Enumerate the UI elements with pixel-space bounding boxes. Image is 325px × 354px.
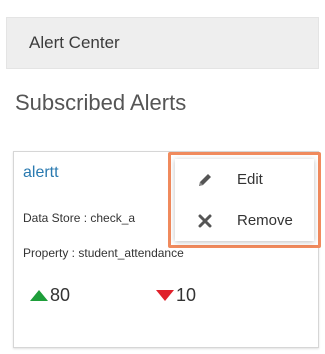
up-metric: 80	[30, 285, 70, 306]
remove-label: Remove	[237, 212, 293, 229]
close-icon	[195, 211, 215, 231]
down-arrow-icon	[156, 290, 174, 301]
context-menu: Edit Remove	[175, 159, 314, 241]
alert-name-link[interactable]: alertt	[23, 164, 59, 182]
data-store-text: Data Store : check_a	[23, 211, 136, 225]
property-text: Property : student_attendance	[23, 246, 184, 260]
section-title: Subscribed Alerts	[15, 90, 187, 115]
edit-label: Edit	[237, 171, 263, 188]
alert-center-page: Alert Center Subscribed Alerts alertt Da…	[0, 0, 325, 354]
up-arrow-icon	[30, 290, 48, 301]
down-value: 10	[176, 285, 197, 305]
pencil-icon	[195, 170, 215, 190]
page-header: Alert Center	[6, 17, 319, 69]
context-menu-highlight: Edit Remove	[168, 152, 321, 248]
down-metric: 10	[156, 285, 196, 306]
remove-menu-item[interactable]: Remove	[175, 200, 314, 241]
edit-menu-item[interactable]: Edit	[175, 159, 314, 200]
up-value: 80	[50, 285, 71, 305]
page-title: Alert Center	[29, 33, 120, 52]
